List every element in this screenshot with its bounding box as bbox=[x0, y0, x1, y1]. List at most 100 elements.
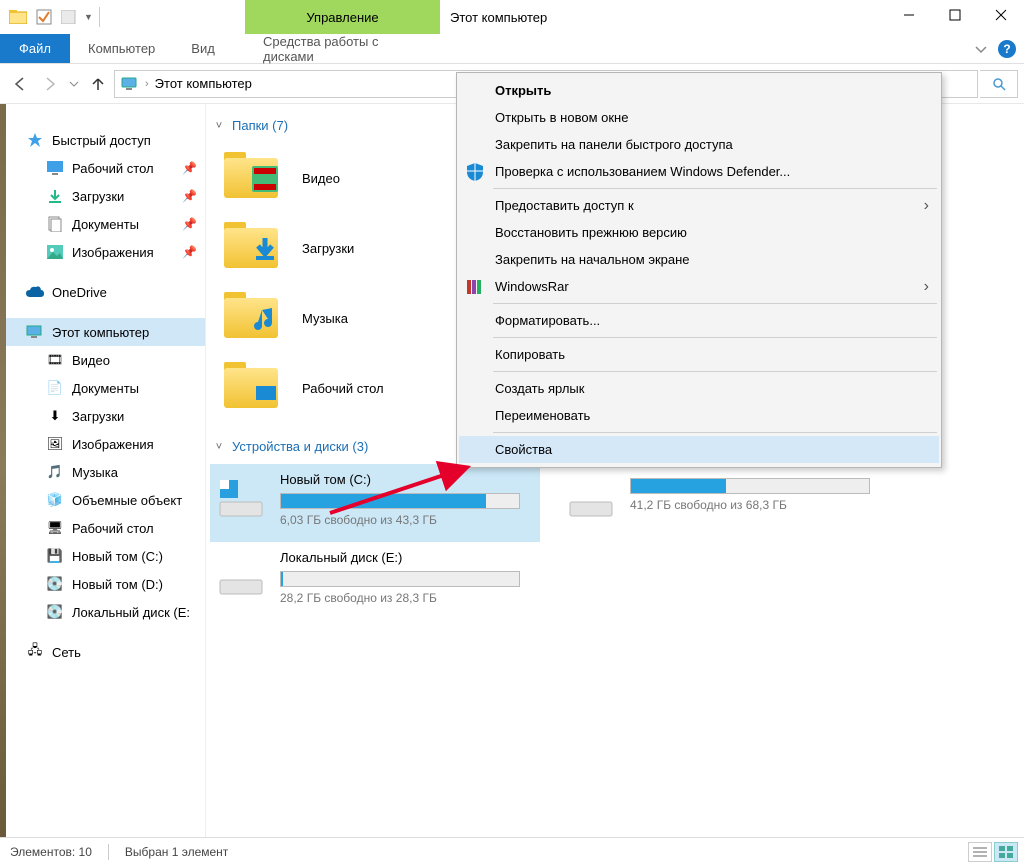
nav-label: Видео bbox=[72, 353, 110, 368]
ctx-open-new-window[interactable]: Открыть в новом окне bbox=[459, 104, 939, 131]
view-details-button[interactable] bbox=[968, 842, 992, 862]
maximize-button[interactable] bbox=[932, 0, 978, 30]
nav-label: Загрузки bbox=[72, 189, 124, 204]
group-label: Устройства и диски (3) bbox=[232, 439, 368, 454]
nav-drive-e[interactable]: 💽Локальный диск (E: bbox=[6, 598, 205, 626]
ctx-pin-start[interactable]: Закрепить на начальном экране bbox=[459, 246, 939, 273]
qat-checkbox-icon[interactable] bbox=[32, 5, 56, 29]
nav-this-pc[interactable]: Этот компьютер bbox=[6, 318, 205, 346]
nav-label: Изображения bbox=[72, 245, 154, 260]
desktop-icon bbox=[46, 160, 64, 176]
back-button[interactable] bbox=[6, 70, 34, 98]
window-controls bbox=[886, 0, 1024, 30]
disk-tile-d[interactable]: 41,2 ГБ свободно из 68,3 ГБ bbox=[560, 464, 890, 542]
view-tiles-button[interactable] bbox=[994, 842, 1018, 862]
ribbon-computer-tab[interactable]: Компьютер bbox=[70, 34, 173, 63]
nav-desktop2[interactable]: 🖥 Рабочий стол bbox=[6, 514, 205, 542]
minimize-button[interactable] bbox=[886, 0, 932, 30]
pin-icon: 📌 bbox=[182, 189, 197, 203]
qat-dropdown-icon[interactable] bbox=[58, 5, 82, 29]
nav-quick-access[interactable]: Быстрый доступ bbox=[6, 126, 205, 154]
up-button[interactable] bbox=[84, 70, 112, 98]
qat-icon-explorer[interactable] bbox=[6, 5, 30, 29]
nav-onedrive[interactable]: OneDrive bbox=[6, 278, 205, 306]
ctx-copy[interactable]: Копировать bbox=[459, 341, 939, 368]
nav-drive-d[interactable]: 💽Новый том (D:) bbox=[6, 570, 205, 598]
disk-icon: 💽 bbox=[46, 604, 64, 620]
books-icon bbox=[465, 277, 485, 297]
nav-drive-c[interactable]: 💾Новый том (C:) bbox=[6, 542, 205, 570]
ctx-defender[interactable]: Проверка с использованием Windows Defend… bbox=[459, 158, 939, 185]
ctx-create-shortcut[interactable]: Создать ярлык bbox=[459, 375, 939, 402]
ribbon-contextual-tab[interactable]: Управление bbox=[245, 0, 440, 34]
network-icon: 🖧 bbox=[26, 644, 44, 660]
close-button[interactable] bbox=[978, 0, 1024, 30]
ribbon-tools-tab[interactable]: Средства работы с дисками bbox=[245, 34, 440, 64]
ctx-separator bbox=[493, 188, 937, 189]
recent-dropdown[interactable] bbox=[66, 70, 82, 98]
nav-label: OneDrive bbox=[52, 285, 107, 300]
ctx-separator bbox=[493, 371, 937, 372]
ctx-restore[interactable]: Восстановить прежнюю версию bbox=[459, 219, 939, 246]
nav-music[interactable]: 🎵Музыка bbox=[6, 458, 205, 486]
forward-button[interactable] bbox=[36, 70, 64, 98]
folder-label: Видео bbox=[302, 171, 340, 186]
disk-name: Новый том (C:) bbox=[280, 472, 534, 487]
expand-ribbon-icon[interactable] bbox=[974, 42, 988, 56]
ctx-format[interactable]: Форматировать... bbox=[459, 307, 939, 334]
nav-label: Объемные объект bbox=[72, 493, 182, 508]
ribbon-file-tab[interactable]: Файл bbox=[0, 34, 70, 63]
nav-documents[interactable]: Документы 📌 bbox=[6, 210, 205, 238]
disk-icon bbox=[566, 474, 616, 524]
ctx-pin-quick[interactable]: Закрепить на панели быстрого доступа bbox=[459, 131, 939, 158]
nav-pictures[interactable]: Изображения 📌 bbox=[6, 238, 205, 266]
qat-down-chevron-icon[interactable]: ▼ bbox=[84, 12, 93, 22]
nav-label: Документы bbox=[72, 217, 139, 232]
disk-icon bbox=[216, 474, 266, 524]
ctx-label: WindowsRar bbox=[495, 279, 569, 294]
folder-icon bbox=[222, 150, 286, 206]
ctx-rename[interactable]: Переименовать bbox=[459, 402, 939, 429]
nav-videos[interactable]: 🎞 Видео bbox=[6, 346, 205, 374]
disk-info: 41,2 ГБ свободно из 68,3 ГБ bbox=[630, 498, 884, 512]
nav-3d-objects[interactable]: 🧊Объемные объект bbox=[6, 486, 205, 514]
window-title: Этот компьютер bbox=[450, 0, 547, 34]
folder-label: Загрузки bbox=[302, 241, 354, 256]
nav-documents2[interactable]: 📄Документы bbox=[6, 374, 205, 402]
nav-label: Рабочий стол bbox=[72, 161, 154, 176]
context-menu: Открыть Открыть в новом окне Закрепить н… bbox=[456, 72, 942, 468]
help-icon[interactable]: ? bbox=[998, 40, 1016, 58]
star-icon bbox=[26, 132, 44, 148]
ctx-properties[interactable]: Свойства bbox=[459, 436, 939, 463]
nav-downloads2[interactable]: ⬇Загрузки bbox=[6, 402, 205, 430]
ribbon-view-tab[interactable]: Вид bbox=[173, 34, 233, 63]
folder-icon bbox=[222, 220, 286, 276]
ctx-share-access[interactable]: Предоставить доступ к› bbox=[459, 192, 939, 219]
nav-desktop[interactable]: Рабочий стол 📌 bbox=[6, 154, 205, 182]
nav-downloads[interactable]: Загрузки 📌 bbox=[6, 182, 205, 210]
ctx-winrar[interactable]: WindowsRar› bbox=[459, 273, 939, 300]
disk-tile-e[interactable]: Локальный диск (E:) 28,2 ГБ свободно из … bbox=[210, 542, 540, 620]
ctx-separator bbox=[493, 303, 937, 304]
ctx-label: Проверка с использованием Windows Defend… bbox=[495, 164, 790, 179]
disk-tile-c[interactable]: Новый том (C:) 6,03 ГБ свободно из 43,3 … bbox=[210, 464, 540, 542]
ribbon: Файл Компьютер Вид Средства работы с дис… bbox=[0, 34, 1024, 64]
nav-label: Быстрый доступ bbox=[52, 133, 151, 148]
video-icon: 🎞 bbox=[46, 352, 64, 368]
download-icon: ⬇ bbox=[46, 408, 64, 424]
folder-icon bbox=[222, 360, 286, 416]
nav-label: Изображения bbox=[72, 437, 154, 452]
cloud-icon bbox=[26, 284, 44, 300]
disk-info: 6,03 ГБ свободно из 43,3 ГБ bbox=[280, 513, 534, 527]
submenu-arrow-icon: › bbox=[924, 197, 929, 215]
nav-label: Рабочий стол bbox=[72, 521, 154, 536]
ctx-open[interactable]: Открыть bbox=[459, 77, 939, 104]
status-items-count: Элементов: 10 bbox=[10, 845, 92, 859]
documents-icon bbox=[46, 216, 64, 232]
nav-network[interactable]: 🖧 Сеть bbox=[6, 638, 205, 666]
desktop-icon: 🖥 bbox=[46, 520, 64, 536]
group-label: Папки (7) bbox=[232, 118, 288, 133]
nav-pictures2[interactable]: 🖼Изображения bbox=[6, 430, 205, 458]
pin-icon: 📌 bbox=[182, 245, 197, 259]
search-button[interactable] bbox=[980, 70, 1018, 98]
